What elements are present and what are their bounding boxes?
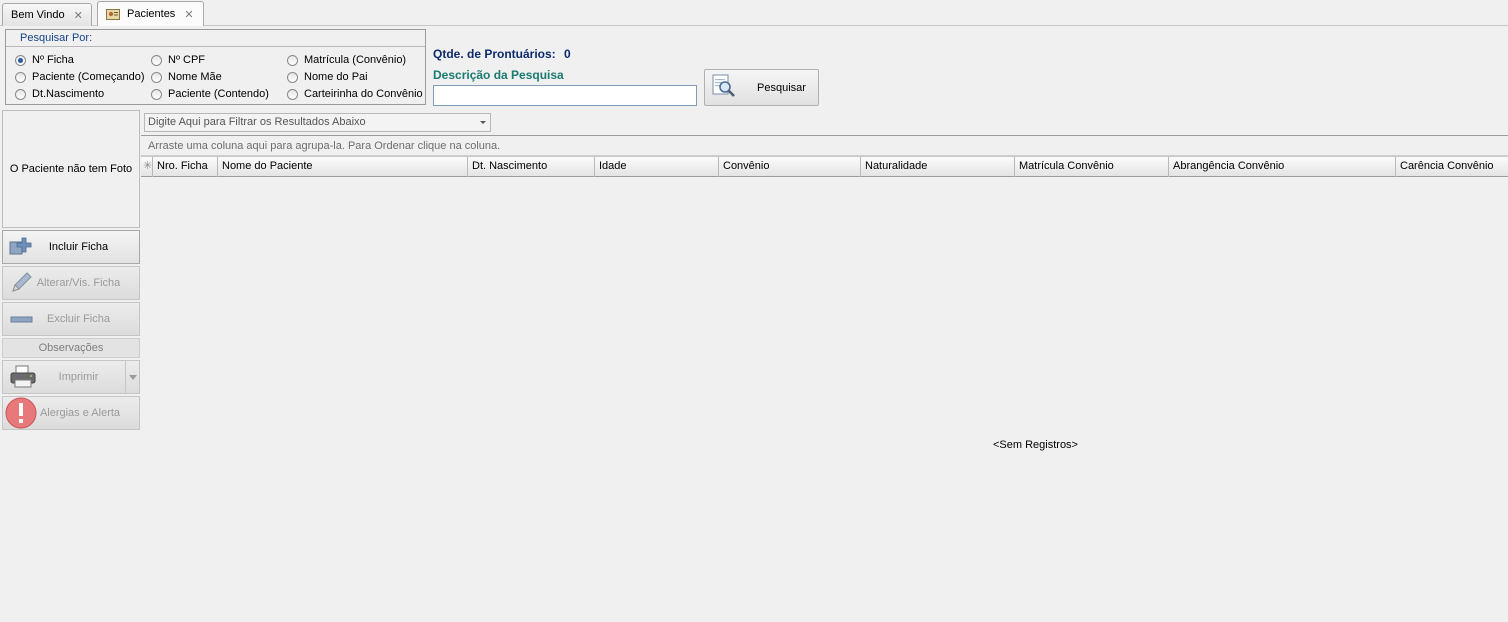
alert-icon — [5, 397, 37, 429]
chevron-down-icon[interactable] — [480, 121, 486, 124]
radio-n-cpf[interactable]: Nº CPF — [151, 53, 205, 67]
search-document-icon — [711, 73, 737, 102]
search-by-group: Pesquisar Por: Nº Ficha Nº CPF Matrícula… — [5, 29, 426, 105]
tab-pacientes[interactable]: Pacientes ✕ — [97, 1, 204, 26]
radio-label: Nome do Pai — [304, 71, 368, 83]
close-icon[interactable]: ✕ — [74, 9, 83, 22]
add-icon — [8, 234, 34, 260]
observations-button[interactable]: Observações — [2, 338, 140, 358]
radio-dot[interactable] — [287, 54, 298, 66]
chevron-down-icon — [128, 374, 137, 380]
patient-card-icon — [106, 8, 120, 20]
close-icon[interactable]: ✕ — [184, 8, 193, 21]
filter-placeholder: Digite Aqui para Filtrar os Resultados A… — [148, 116, 366, 128]
column-matricula-convenio[interactable]: Matrícula Convênio — [1015, 157, 1169, 177]
radio-dot[interactable] — [287, 71, 298, 83]
add-record-button[interactable]: Incluir Ficha — [2, 230, 140, 264]
photo-placeholder-text: O Paciente não tem Foto — [9, 163, 133, 175]
search-button-label: Pesquisar — [757, 81, 806, 94]
radio-dt-nascimento[interactable]: Dt.Nascimento — [15, 87, 104, 101]
radio-label: Dt.Nascimento — [32, 88, 105, 100]
radio-dot[interactable] — [15, 88, 26, 100]
radio-label: Paciente (Começando) — [32, 71, 145, 83]
radio-paciente-comecando[interactable]: Paciente (Começando) — [15, 70, 145, 84]
column-dt-nascimento[interactable]: Dt. Nascimento — [468, 157, 595, 177]
tab-bem-vindo[interactable]: Bem Vindo ✕ — [2, 3, 92, 26]
radio-matricula[interactable]: Matrícula (Convênio) — [287, 53, 406, 67]
print-dropdown[interactable] — [125, 361, 139, 393]
column-carencia-convenio[interactable]: Carência Convênio — [1396, 157, 1508, 177]
pencil-icon — [8, 270, 34, 296]
edit-record-button[interactable]: Alterar/Vis. Ficha — [2, 266, 140, 300]
allergies-alert-button[interactable]: Alergias e Alerta — [2, 396, 140, 430]
add-record-label: Incluir Ficha — [48, 241, 109, 253]
search-button[interactable]: Pesquisar — [704, 69, 819, 106]
print-label: Imprimir — [58, 371, 99, 383]
radio-label: Nº Ficha — [32, 54, 74, 66]
group-title: Pesquisar Por: — [6, 30, 425, 47]
radio-nome-mae[interactable]: Nome Mãe — [151, 70, 222, 84]
radio-label: Matrícula (Convênio) — [304, 54, 407, 66]
column-nro-ficha[interactable]: Nro. Ficha — [153, 157, 218, 177]
radio-dot[interactable] — [151, 71, 162, 83]
radio-label: Nº CPF — [168, 54, 206, 66]
radio-dot[interactable] — [15, 71, 26, 83]
radio-dot[interactable] — [15, 54, 26, 66]
radio-label: Paciente (Contendo) — [168, 88, 269, 100]
patient-photo: O Paciente não tem Foto — [2, 110, 140, 228]
record-count: Qtde. de Prontuários: 0 — [433, 47, 571, 61]
radio-dot[interactable] — [151, 54, 162, 66]
radio-dot[interactable] — [287, 88, 298, 100]
patients-grid: Arraste uma coluna aqui para agrupa-la. … — [141, 135, 1508, 622]
radio-label: Carteirinha do Convênio — [304, 88, 423, 100]
tab-strip: Bem Vindo ✕ Pacientes ✕ — [0, 0, 1508, 26]
edit-record-label: Alterar/Vis. Ficha — [36, 277, 121, 289]
empty-records-text: <Sem Registros> — [993, 439, 1078, 451]
search-description-input[interactable] — [433, 85, 697, 106]
radio-n-ficha[interactable]: Nº Ficha — [15, 53, 74, 67]
column-idade[interactable]: Idade — [595, 157, 719, 177]
column-nome-paciente[interactable]: Nome do Paciente — [218, 157, 468, 177]
minus-icon — [8, 306, 34, 332]
column-naturalidade[interactable]: Naturalidade — [861, 157, 1015, 177]
column-convenio[interactable]: Convênio — [719, 157, 861, 177]
radio-nome-pai[interactable]: Nome do Pai — [287, 70, 368, 84]
grid-header: ✳ Nro. Ficha Nome do Paciente Dt. Nascim… — [141, 156, 1508, 177]
radio-label: Nome Mãe — [168, 71, 222, 83]
group-by-panel[interactable]: Arraste uma coluna aqui para agrupa-la. … — [141, 136, 1508, 156]
column-abrangencia-convenio[interactable]: Abrangência Convênio — [1169, 157, 1396, 177]
record-count-value: 0 — [564, 47, 571, 61]
radio-dot[interactable] — [151, 88, 162, 100]
record-count-label: Qtde. de Prontuários: — [433, 47, 556, 61]
allergies-alert-label: Alergias e Alerta — [39, 407, 121, 419]
radio-paciente-contendo[interactable]: Paciente (Contendo) — [151, 87, 269, 101]
search-description-label: Descrição da Pesquisa — [433, 68, 564, 82]
radio-carteirinha[interactable]: Carteirinha do Convênio — [287, 87, 423, 101]
print-button[interactable]: Imprimir — [2, 360, 140, 394]
row-indicator-icon[interactable]: ✳ — [141, 157, 153, 177]
printer-icon — [8, 364, 36, 390]
delete-record-button[interactable]: Excluir Ficha — [2, 302, 140, 336]
tab-label: Bem Vindo — [11, 9, 65, 21]
filter-combo[interactable]: Digite Aqui para Filtrar os Resultados A… — [144, 113, 491, 132]
delete-record-label: Excluir Ficha — [47, 313, 110, 325]
tab-label: Pacientes — [127, 8, 176, 20]
